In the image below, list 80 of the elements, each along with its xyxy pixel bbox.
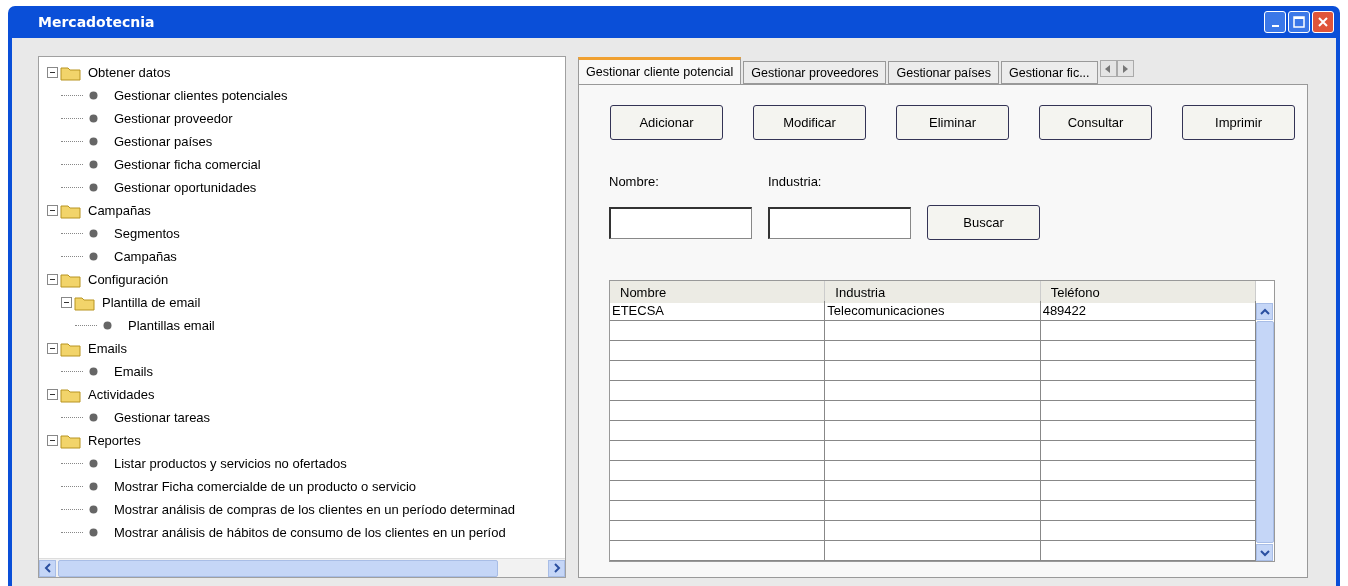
tree-item[interactable]: Gestionar clientes potenciales xyxy=(112,88,290,103)
window-title: Mercadotecnia xyxy=(38,14,155,30)
table-cell: ETECSA xyxy=(610,301,826,321)
right-triangle-icon xyxy=(1122,64,1129,73)
tree-item[interactable]: Campañas xyxy=(86,203,153,218)
action-button[interactable]: Eliminar xyxy=(896,105,1009,140)
tree-item[interactable]: Gestionar proveedor xyxy=(112,111,235,126)
collapse-icon[interactable] xyxy=(47,389,58,400)
folder-icon xyxy=(60,271,82,288)
tab[interactable]: Gestionar países xyxy=(888,61,999,84)
tree-item[interactable]: Gestionar oportunidades xyxy=(112,180,259,195)
tree-item[interactable]: Actividades xyxy=(86,387,157,402)
tab-scroll-left-button[interactable] xyxy=(1099,60,1117,77)
close-icon xyxy=(1317,16,1329,28)
action-button[interactable]: Consultar xyxy=(1039,105,1152,140)
bullet-icon xyxy=(89,459,98,468)
tab[interactable]: Gestionar fic... xyxy=(1000,61,1098,84)
tree-item[interactable]: Mostrar Ficha comercialde de un producto o servicio xyxy=(112,479,419,494)
horizontal-scrollbar[interactable] xyxy=(39,558,565,577)
tree-item[interactable]: Emails xyxy=(112,364,155,379)
bullet-icon xyxy=(89,528,98,537)
search-field[interactable] xyxy=(609,206,752,239)
tree-item[interactable]: Listar productos y servicios no ofertados xyxy=(112,456,349,471)
tree-item[interactable]: Segmentos xyxy=(112,226,182,241)
collapse-icon[interactable] xyxy=(47,343,58,354)
bullet-icon xyxy=(103,321,112,330)
bullet-icon xyxy=(89,413,98,422)
folder-icon xyxy=(74,294,96,311)
tree-item[interactable]: Mostrar análisis de hábitos de consumo de los clientes en un períod xyxy=(112,525,508,540)
collapse-icon[interactable] xyxy=(61,297,72,308)
collapse-icon[interactable] xyxy=(47,435,58,446)
field-label: Nombre: xyxy=(609,174,660,189)
action-button[interactable]: Adicionar xyxy=(610,105,723,140)
tree-item[interactable]: Gestionar ficha comercial xyxy=(112,157,263,172)
column-header[interactable]: Teléfono xyxy=(1040,281,1256,303)
column-header[interactable]: Industria xyxy=(825,281,1041,303)
bullet-icon xyxy=(89,91,98,100)
folder-icon xyxy=(60,64,82,81)
collapse-icon[interactable] xyxy=(47,274,58,285)
folder-icon xyxy=(60,386,82,403)
close-button[interactable] xyxy=(1312,11,1334,33)
maximize-button[interactable] xyxy=(1288,11,1310,33)
collapse-icon[interactable] xyxy=(47,67,58,78)
bullet-icon xyxy=(89,482,98,491)
bullet-icon xyxy=(89,183,98,192)
tree-item[interactable]: Mostrar análisis de compras de los clientes en un período determinad xyxy=(112,502,518,517)
folder-icon xyxy=(60,202,82,219)
bullet-icon xyxy=(89,160,98,169)
action-button[interactable]: Imprimir xyxy=(1182,105,1295,140)
tree-item[interactable]: Campañas xyxy=(112,249,179,264)
minimize-button[interactable] xyxy=(1264,11,1286,33)
left-triangle-icon xyxy=(1105,64,1112,73)
collapse-icon[interactable] xyxy=(47,205,58,216)
bullet-icon xyxy=(89,367,98,376)
bullet-icon xyxy=(89,505,98,514)
tab[interactable]: Gestionar cliente potencial xyxy=(578,57,742,84)
bullet-icon xyxy=(89,114,98,123)
folder-icon xyxy=(60,432,82,449)
search-field[interactable] xyxy=(768,206,911,239)
bullet-icon xyxy=(89,137,98,146)
action-button[interactable]: Modificar xyxy=(753,105,866,140)
table-cell: Telecomunicaciones xyxy=(825,301,1041,321)
tree-item[interactable]: Emails xyxy=(86,341,129,356)
tree-item[interactable]: Gestionar países xyxy=(112,134,215,149)
tab[interactable]: Gestionar proveedores xyxy=(743,61,887,84)
bullet-icon xyxy=(89,229,98,238)
tree-item[interactable]: Configuración xyxy=(86,272,171,287)
table-cell: 489422 xyxy=(1040,301,1256,321)
tree-item[interactable]: Gestionar tareas xyxy=(112,410,213,425)
folder-icon xyxy=(60,340,82,357)
field-label: Industria: xyxy=(768,174,823,189)
column-header[interactable]: Nombre xyxy=(610,281,826,303)
tree-item[interactable]: Reportes xyxy=(86,433,143,448)
bullet-icon xyxy=(89,252,98,261)
tree-item[interactable]: Obtener datos xyxy=(86,65,173,80)
minimize-icon xyxy=(1271,25,1279,27)
tree-item[interactable]: Plantilla de email xyxy=(100,295,203,310)
tree-item[interactable]: Plantillas email xyxy=(126,318,217,333)
search-button[interactable]: Buscar xyxy=(927,205,1040,240)
maximize-icon xyxy=(1293,16,1305,28)
